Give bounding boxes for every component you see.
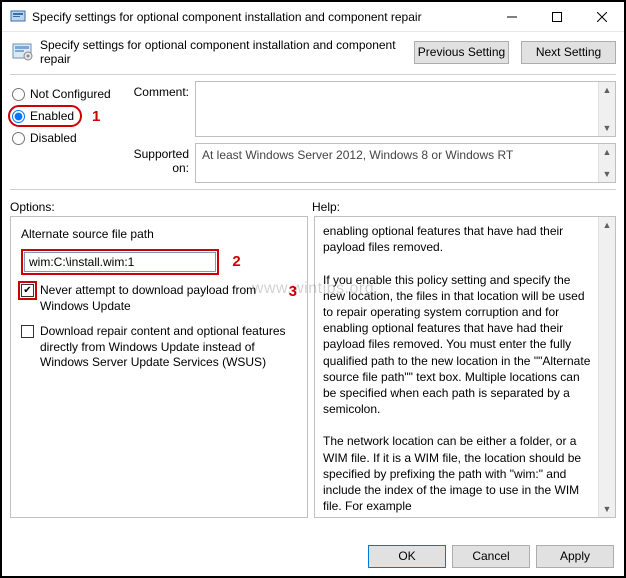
radio-enabled[interactable]: Enabled <box>8 105 82 127</box>
help-paragraph: enabling optional features that have had… <box>323 223 593 255</box>
options-panel: Alternate source file path 2 ✔ Never att… <box>10 216 308 518</box>
policy-icon <box>10 40 34 64</box>
alt-source-path-input[interactable] <box>24 252 216 272</box>
checkbox-icon[interactable] <box>21 325 34 338</box>
divider <box>10 74 616 75</box>
supported-on-text: At least Windows Server 2012, Windows 8 … <box>195 143 616 183</box>
supported-on-value: At least Windows Server 2012, Windows 8 … <box>202 148 513 162</box>
radio-not-configured[interactable]: Not Configured <box>10 83 115 105</box>
minimize-button[interactable] <box>489 2 534 32</box>
config-area: Not Configured Enabled 1 Disabled Commen… <box>2 81 624 187</box>
checkbox-icon[interactable]: ✔ <box>21 284 34 297</box>
scrollbar[interactable]: ▲ ▼ <box>598 82 615 136</box>
scroll-down-icon[interactable]: ▼ <box>599 120 615 136</box>
direct-wu-checkbox[interactable]: Download repair content and optional fea… <box>21 324 297 371</box>
policy-title: Specify settings for optional component … <box>40 38 402 66</box>
previous-setting-button[interactable]: Previous Setting <box>414 41 509 64</box>
radio-disabled-label: Disabled <box>30 131 77 145</box>
dialog-buttons: OK Cancel Apply <box>368 545 614 568</box>
scroll-down-icon[interactable]: ▼ <box>599 166 615 182</box>
panels: Alternate source file path 2 ✔ Never att… <box>2 216 624 518</box>
radio-disabled[interactable]: Disabled <box>10 127 115 149</box>
next-setting-button[interactable]: Next Setting <box>521 41 616 64</box>
close-button[interactable] <box>579 2 624 32</box>
annotation-marker-3: 3 <box>289 283 297 314</box>
comment-row: Comment: ▲ ▼ <box>119 81 616 137</box>
radio-enabled-label: Enabled <box>30 109 74 123</box>
never-download-wu-label: Never attempt to download payload from W… <box>40 283 279 314</box>
alt-source-path-label: Alternate source file path <box>21 227 297 241</box>
scroll-down-icon[interactable]: ▼ <box>599 501 615 517</box>
help-panel: enabling optional features that have had… <box>314 216 616 518</box>
window-title: Specify settings for optional component … <box>32 10 489 24</box>
options-label: Options: <box>10 200 312 214</box>
radio-not-configured-label: Not Configured <box>30 87 111 101</box>
scroll-up-icon[interactable]: ▲ <box>599 82 615 98</box>
panel-labels: Options: Help: <box>2 196 624 216</box>
scroll-up-icon[interactable]: ▲ <box>599 144 615 160</box>
annotation-marker-1: 1 <box>92 108 100 125</box>
gpedit-icon <box>10 9 26 25</box>
never-download-wu-checkbox[interactable]: ✔ Never attempt to download payload from… <box>21 283 297 314</box>
alt-source-path-highlight <box>21 249 219 275</box>
help-label: Help: <box>312 200 340 214</box>
help-paragraph: The network location can be either a fol… <box>323 433 593 518</box>
cancel-button[interactable]: Cancel <box>452 545 530 568</box>
annotation-marker-2: 2 <box>232 253 240 270</box>
help-paragraph: If you enable this policy setting and sp… <box>323 272 593 418</box>
supported-row: Supported on: At least Windows Server 20… <box>119 143 616 183</box>
apply-button[interactable]: Apply <box>536 545 614 568</box>
radio-not-configured-input[interactable] <box>12 88 25 101</box>
direct-wu-label: Download repair content and optional fea… <box>40 324 297 371</box>
ok-button[interactable]: OK <box>368 545 446 568</box>
divider <box>10 189 616 190</box>
comment-label: Comment: <box>119 81 189 137</box>
supported-label: Supported on: <box>119 143 189 183</box>
comment-textarea[interactable]: ▲ ▼ <box>195 81 616 137</box>
titlebar: Specify settings for optional component … <box>2 2 624 32</box>
scrollbar[interactable]: ▲ ▼ <box>598 217 615 517</box>
radio-enabled-input[interactable] <box>12 110 25 123</box>
state-radios: Not Configured Enabled 1 Disabled <box>10 81 115 183</box>
radio-disabled-input[interactable] <box>12 132 25 145</box>
maximize-button[interactable] <box>534 2 579 32</box>
header-row: Specify settings for optional component … <box>2 32 624 72</box>
window-controls <box>489 2 624 32</box>
scrollbar[interactable]: ▲ ▼ <box>598 144 615 182</box>
scroll-up-icon[interactable]: ▲ <box>599 217 615 233</box>
